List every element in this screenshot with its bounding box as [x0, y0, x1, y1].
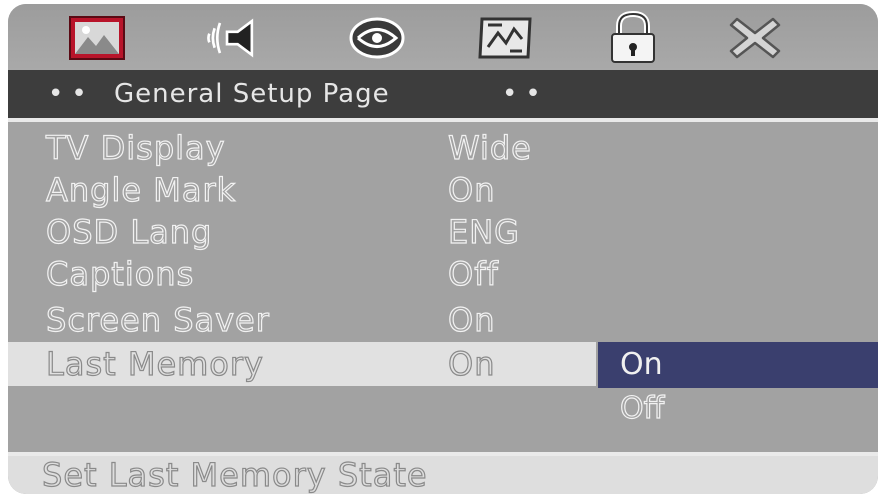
option-label: On	[620, 347, 663, 382]
category-icon-bar	[8, 4, 878, 70]
title-dots-right: ••	[502, 79, 549, 109]
menu-item-value: On	[447, 344, 496, 383]
menu-item-label: Angle Mark	[45, 170, 237, 209]
menu-item-value: On	[447, 300, 496, 339]
tab-preferences[interactable]	[474, 10, 536, 66]
picture-icon	[69, 16, 125, 60]
audio-speaker-icon	[207, 18, 254, 58]
menu-item-label: Captions	[45, 254, 195, 293]
tab-video[interactable]	[346, 10, 408, 66]
menu-item-value: Wide	[447, 128, 532, 167]
status-text: Set Last Memory State	[41, 455, 428, 494]
menu-item-value: ENG	[447, 212, 520, 251]
page-title-bar: •• General Setup Page ••	[8, 70, 878, 118]
title-dots-left: ••	[48, 79, 95, 109]
status-bar: Set Last Memory State	[8, 455, 878, 494]
menu-item-value: On	[447, 170, 496, 209]
exit-icon	[729, 17, 781, 59]
preferences-icon	[478, 17, 532, 59]
tab-lock[interactable]	[602, 10, 664, 66]
option-label: Off	[619, 390, 665, 426]
menu-item-tv-display[interactable]: TV Display Wide	[8, 126, 878, 170]
option-off[interactable]: Off	[598, 386, 878, 432]
divider	[8, 118, 878, 122]
menu-item-captions[interactable]: Captions Off	[8, 252, 878, 296]
menu-item-label: TV Display	[45, 128, 226, 167]
option-on[interactable]: On	[598, 342, 878, 388]
menu-item-screen-saver[interactable]: Screen Saver On	[8, 298, 878, 342]
video-reel-icon	[349, 17, 405, 59]
dvd-setup-menu: •• General Setup Page •• TV Display Wide…	[8, 4, 878, 494]
menu-item-value: Off	[447, 254, 499, 293]
tab-exit[interactable]	[724, 10, 786, 66]
menu-item-last-memory[interactable]: Last Memory On	[8, 342, 596, 386]
menu-item-osd-lang[interactable]: OSD Lang ENG	[8, 210, 878, 254]
page-title: General Setup Page	[114, 79, 390, 109]
menu-item-angle-mark[interactable]: Angle Mark On	[8, 168, 878, 212]
menu-item-label: Screen Saver	[45, 300, 270, 339]
lock-icon	[611, 10, 655, 63]
tab-audio[interactable]	[204, 10, 266, 66]
menu-item-label: Last Memory	[45, 344, 264, 383]
menu-item-label: OSD Lang	[45, 212, 213, 251]
tab-picture[interactable]	[66, 10, 128, 66]
